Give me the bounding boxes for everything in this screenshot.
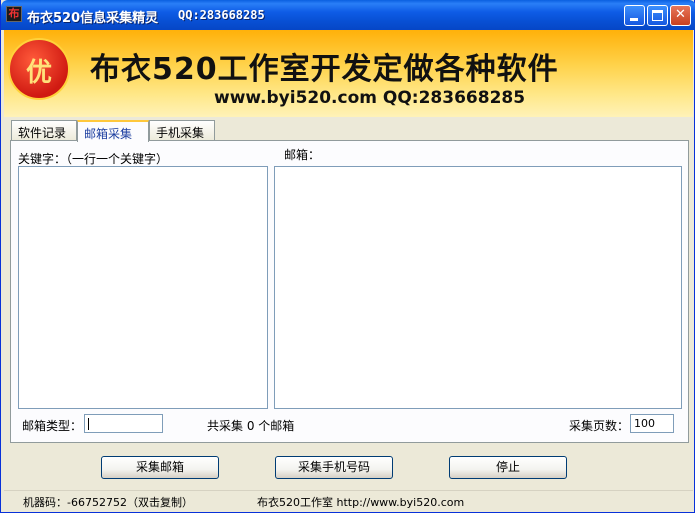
studio-link[interactable]: 布衣520工作室 http://www.byi520.com [257,494,464,510]
collect-phone-button[interactable]: 采集手机号码 [275,456,393,479]
email-type-input[interactable] [84,414,163,433]
email-type-label: 邮箱类型： [22,419,83,433]
keywords-label: 关键字：（一行一个关键字） [18,152,169,166]
ad-banner: 优 布衣520工作室开发定做各种软件 www.byi520.com QQ:283… [4,30,693,117]
app-icon[interactable]: 布 [6,6,22,22]
banner-subtitle: www.byi520.com QQ:283668285 [214,88,526,108]
maximize-icon [652,10,663,21]
emails-textarea[interactable] [274,166,682,409]
close-button[interactable]: ✕ [670,5,691,26]
tab-email-collect[interactable]: 邮箱采集 [77,120,149,142]
pages-label: 采集页数： [569,419,630,433]
pages-input[interactable]: 100 [630,414,674,433]
text-caret [88,418,89,430]
machine-code[interactable]: 机器码：-66752752（双击复制） [23,494,193,510]
main-window: 布 布衣520信息采集精灵 QQ:283668285 ✕ 优 布衣520工作室开… [0,0,695,513]
emails-label: 邮箱： [284,148,321,162]
tab-panel: 关键字：（一行一个关键字） 邮箱： 邮箱类型： 共采集 0 个邮箱 采集页数： … [10,140,689,443]
close-icon: ✕ [675,7,686,22]
banner-title: 布衣520工作室开发定做各种软件 [90,52,559,87]
status-bar: 机器码：-66752752（双击复制） 布衣520工作室 http://www.… [4,490,693,510]
keywords-textarea[interactable] [18,166,268,409]
window-title-qq: QQ:283668285 [178,8,265,22]
minimize-button[interactable] [624,5,645,26]
window-title: 布衣520信息采集精灵 [27,11,159,26]
tab-software-log[interactable]: 软件记录 [11,120,77,141]
maximize-button[interactable] [647,5,668,26]
badge-icon: 优 [8,38,70,100]
collect-email-button[interactable]: 采集邮箱 [101,456,219,479]
tab-phone-collect[interactable]: 手机采集 [149,120,215,141]
title-bar[interactable]: 布 布衣520信息采集精灵 QQ:283668285 ✕ [1,0,695,30]
total-count-label: 共采集 0 个邮箱 [207,419,295,433]
minimize-icon [630,18,638,21]
badge-text: 优 [25,58,52,88]
stop-button[interactable]: 停止 [449,456,567,479]
